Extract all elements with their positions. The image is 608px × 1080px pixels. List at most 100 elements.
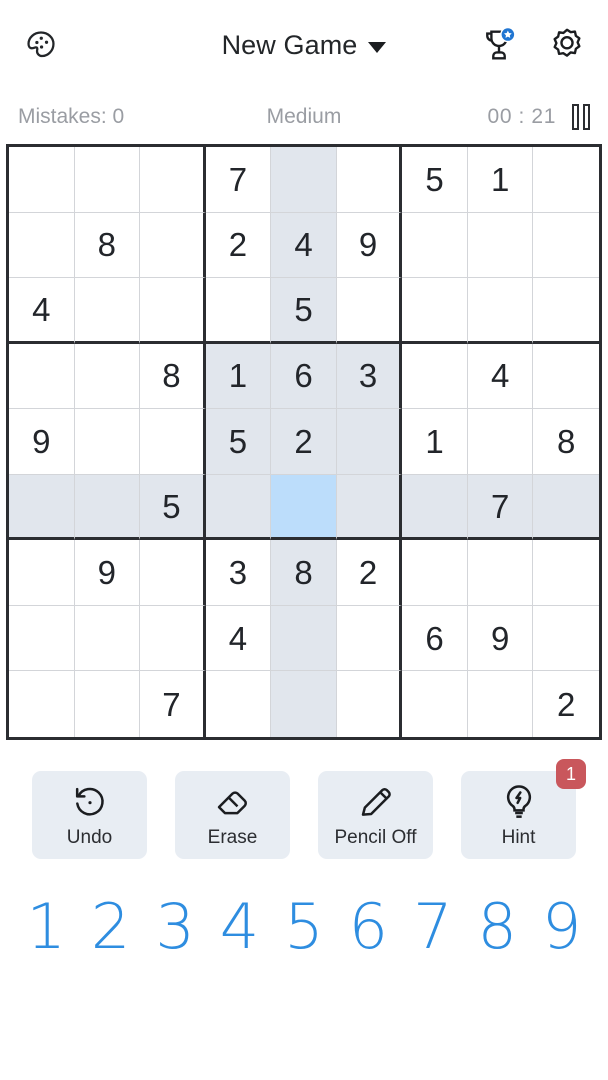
cell-r5-c3[interactable] — [140, 409, 206, 475]
trophy-icon[interactable] — [476, 22, 522, 68]
cell-r4-c5[interactable]: 6 — [271, 343, 337, 410]
cell-r3-c5[interactable]: 5 — [271, 278, 337, 344]
numpad-key-7[interactable]: 7 — [401, 896, 465, 958]
cell-r7-c5[interactable]: 8 — [271, 540, 337, 606]
numpad-key-8[interactable]: 8 — [465, 896, 529, 958]
new-game-button[interactable]: New Game — [222, 30, 387, 61]
cell-r3-c8[interactable] — [467, 278, 534, 344]
number-pad[interactable]: 123456789 — [0, 872, 608, 982]
cell-r9-c9[interactable]: 2 — [533, 671, 599, 737]
cell-r1-c7[interactable]: 5 — [402, 147, 468, 213]
cell-r3-c3[interactable] — [140, 278, 206, 344]
cell-r1-c6[interactable] — [336, 147, 403, 213]
cell-r8-c8[interactable]: 9 — [467, 605, 534, 672]
cell-r4-c2[interactable] — [74, 343, 141, 410]
cell-r4-c1[interactable] — [9, 343, 75, 410]
gear-icon[interactable] — [544, 22, 590, 68]
cell-r3-c1[interactable]: 4 — [9, 278, 75, 344]
cell-r2-c5[interactable]: 4 — [271, 212, 337, 279]
cell-r7-c9[interactable] — [533, 540, 599, 606]
cell-r8-c7[interactable]: 6 — [402, 605, 468, 672]
cell-r8-c4[interactable]: 4 — [205, 605, 272, 672]
cell-r6-c2[interactable] — [74, 474, 141, 541]
cell-r3-c2[interactable] — [74, 278, 141, 344]
cell-r6-c1[interactable] — [9, 474, 75, 541]
cell-r9-c1[interactable] — [9, 671, 75, 737]
cell-r2-c6[interactable]: 9 — [336, 212, 403, 279]
cell-r4-c8[interactable]: 4 — [467, 343, 534, 410]
cell-r3-c7[interactable] — [402, 278, 468, 344]
cell-r3-c4[interactable] — [205, 278, 272, 344]
cell-r8-c1[interactable] — [9, 605, 75, 672]
cell-r9-c7[interactable] — [402, 671, 468, 737]
numpad-key-5[interactable]: 5 — [272, 896, 336, 958]
cell-r2-c4[interactable]: 2 — [205, 212, 272, 279]
erase-button[interactable]: Erase — [175, 771, 290, 859]
cell-r9-c4[interactable] — [205, 671, 272, 737]
cell-r7-c8[interactable] — [467, 540, 534, 606]
cell-r6-c9[interactable] — [533, 474, 599, 541]
numpad-key-2[interactable]: 2 — [78, 896, 142, 958]
cell-r5-c8[interactable] — [467, 409, 534, 475]
cell-r5-c2[interactable] — [74, 409, 141, 475]
numpad-key-9[interactable]: 9 — [530, 896, 594, 958]
cell-r1-c9[interactable] — [533, 147, 599, 213]
cell-r9-c5[interactable] — [271, 671, 337, 737]
cell-r2-c1[interactable] — [9, 212, 75, 279]
numpad-key-4[interactable]: 4 — [207, 896, 271, 958]
cell-r1-c5[interactable] — [271, 147, 337, 213]
cell-r1-c8[interactable]: 1 — [467, 147, 534, 213]
cell-r8-c9[interactable] — [533, 605, 599, 672]
cell-r5-c5[interactable]: 2 — [271, 409, 337, 475]
cell-r2-c7[interactable] — [402, 212, 468, 279]
cell-r4-c3[interactable]: 8 — [140, 343, 206, 410]
cell-r5-c4[interactable]: 5 — [205, 409, 272, 475]
cell-r1-c2[interactable] — [74, 147, 141, 213]
cell-r7-c7[interactable] — [402, 540, 468, 606]
cell-r7-c6[interactable]: 2 — [336, 540, 403, 606]
sudoku-board[interactable]: 751824945816349521857938246972 — [6, 144, 602, 740]
cell-r7-c2[interactable]: 9 — [74, 540, 141, 606]
cell-r8-c6[interactable] — [336, 605, 403, 672]
numpad-key-6[interactable]: 6 — [336, 896, 400, 958]
cell-r6-c3[interactable]: 5 — [140, 474, 206, 541]
cell-r2-c3[interactable] — [140, 212, 206, 279]
numpad-key-3[interactable]: 3 — [143, 896, 207, 958]
cell-r4-c4[interactable]: 1 — [205, 343, 272, 410]
cell-r2-c2[interactable]: 8 — [74, 212, 141, 279]
palette-icon[interactable] — [18, 22, 64, 68]
cell-r7-c1[interactable] — [9, 540, 75, 606]
cell-r8-c5[interactable] — [271, 605, 337, 672]
cell-r6-c8[interactable]: 7 — [467, 474, 534, 541]
cell-r5-c9[interactable]: 8 — [533, 409, 599, 475]
cell-r2-c8[interactable] — [467, 212, 534, 279]
cell-r4-c6[interactable]: 3 — [336, 343, 403, 410]
cell-r9-c3[interactable]: 7 — [140, 671, 206, 737]
cell-r9-c2[interactable] — [74, 671, 141, 737]
cell-r5-c6[interactable] — [336, 409, 403, 475]
cell-r4-c7[interactable] — [402, 343, 468, 410]
cell-r7-c3[interactable] — [140, 540, 206, 606]
pencil-button[interactable]: Pencil Off — [318, 771, 433, 859]
cell-r1-c4[interactable]: 7 — [205, 147, 272, 213]
cell-r8-c2[interactable] — [74, 605, 141, 672]
cell-r6-c5[interactable] — [271, 474, 337, 541]
cell-r7-c4[interactable]: 3 — [205, 540, 272, 606]
cell-r6-c7[interactable] — [402, 474, 468, 541]
cell-r5-c1[interactable]: 9 — [9, 409, 75, 475]
cell-r1-c1[interactable] — [9, 147, 75, 213]
pause-icon[interactable] — [571, 104, 590, 130]
cell-r8-c3[interactable] — [140, 605, 206, 672]
cell-r3-c6[interactable] — [336, 278, 403, 344]
cell-r2-c9[interactable] — [533, 212, 599, 279]
cell-r5-c7[interactable]: 1 — [402, 409, 468, 475]
cell-r3-c9[interactable] — [533, 278, 599, 344]
undo-button[interactable]: Undo — [32, 771, 147, 859]
cell-r9-c8[interactable] — [467, 671, 534, 737]
cell-r1-c3[interactable] — [140, 147, 206, 213]
numpad-key-1[interactable]: 1 — [14, 896, 78, 958]
cell-r6-c6[interactable] — [336, 474, 403, 541]
cell-r4-c9[interactable] — [533, 343, 599, 410]
cell-r6-c4[interactable] — [205, 474, 272, 541]
hint-button[interactable]: 1 Hint — [461, 759, 586, 859]
